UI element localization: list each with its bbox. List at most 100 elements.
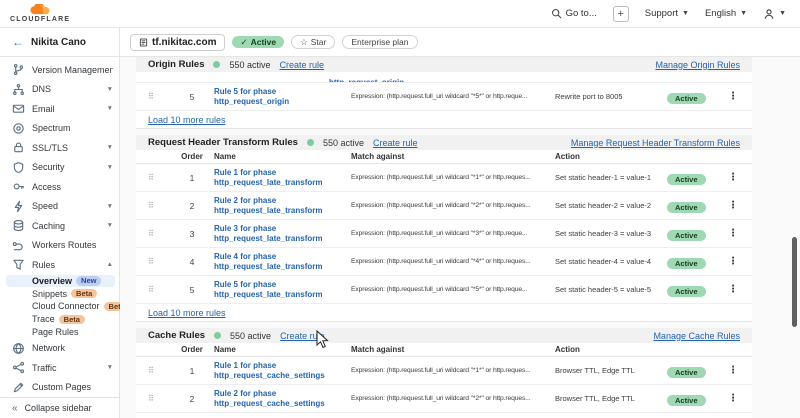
- manage-rules-link[interactable]: Manage Cache Rules: [653, 331, 740, 341]
- sidebar-item-rules[interactable]: Rules ▲: [0, 255, 119, 275]
- sidebar-item-snippets[interactable]: Snippets Beta: [0, 287, 119, 300]
- kebab-menu-icon[interactable]: ⋮: [724, 228, 742, 239]
- rule-name-link[interactable]: Rule 1 for phase: [214, 361, 351, 371]
- create-rule-link[interactable]: Create rule: [373, 138, 418, 148]
- table-header-row: Order Name Match against Action: [136, 343, 752, 357]
- column-header-action: Action: [555, 152, 667, 161]
- support-menu[interactable]: Support ▼: [645, 8, 689, 19]
- rules-table: http_request_origin ⠿ 5 Rule 5 for phase…: [136, 72, 752, 129]
- sidebar-item-overview[interactable]: Overview New: [6, 275, 115, 288]
- collapse-label: Collapse sidebar: [25, 403, 92, 413]
- sidebar-item-email[interactable]: Email ▼: [0, 99, 119, 119]
- vertical-scrollbar[interactable]: [792, 237, 797, 327]
- support-label: Support: [645, 8, 678, 19]
- rule-order: 5: [170, 285, 214, 295]
- drag-handle-icon[interactable]: ⠿: [148, 201, 170, 210]
- sidebar-subitem-label: Trace: [32, 314, 55, 324]
- sidebar-item-speed[interactable]: Speed ▼: [0, 197, 119, 217]
- account-name[interactable]: Nikita Cano: [31, 37, 86, 48]
- rule-name: Rule 1 for phase http_request_cache_sett…: [214, 361, 351, 381]
- kebab-menu-icon[interactable]: ⋮: [724, 256, 742, 267]
- rule-name-link[interactable]: http_request_cache_settings: [214, 399, 351, 409]
- rules-section: Request Header Transform Rules 550 activ…: [136, 135, 752, 322]
- create-rule-link[interactable]: Create rule: [280, 60, 325, 70]
- status-cell: Active: [667, 197, 724, 215]
- logo-wordmark: CLOUDFLARE: [10, 16, 70, 23]
- sidebar-item-label: Spectrum: [32, 123, 113, 133]
- star-button[interactable]: ☆ Star: [291, 35, 335, 50]
- zone-selector[interactable]: tf.nikitac.com: [130, 34, 225, 51]
- drag-handle-icon[interactable]: ⠿: [148, 229, 170, 238]
- sidebar-item-traffic[interactable]: Traffic ▼: [0, 358, 119, 378]
- rule-name-link[interactable]: http_request_cache_settings: [214, 371, 351, 381]
- main-shell: Version Management DNS ▼ Email ▼ Spectru…: [0, 57, 800, 418]
- sidebar-item-dns[interactable]: DNS ▼: [0, 80, 119, 100]
- collapse-sidebar-button[interactable]: « Collapse sidebar: [0, 397, 119, 418]
- rule-name-link[interactable]: Rule 5 for phase: [214, 87, 351, 97]
- sidebar-item-workers-routes[interactable]: Workers Routes: [0, 236, 119, 256]
- cloudflare-logo[interactable]: CLOUDFLARE: [10, 4, 70, 23]
- table-row-partial: http_request_origin: [136, 72, 752, 83]
- sidebar-item-security[interactable]: Security ▼: [0, 158, 119, 178]
- kebab-menu-icon[interactable]: ⋮: [724, 365, 742, 376]
- kebab-menu-icon[interactable]: ⋮: [724, 393, 742, 404]
- rule-name-link[interactable]: Rule 2 for phase: [214, 196, 351, 206]
- rules-section: Origin Rules 550 active Create rule Mana…: [136, 57, 752, 129]
- kebab-menu-icon[interactable]: ⋮: [724, 91, 742, 102]
- add-site-button[interactable]: +: [613, 6, 629, 22]
- kebab-menu-icon[interactable]: ⋮: [724, 284, 742, 295]
- sidebar-subitem-badge: New: [76, 276, 101, 286]
- rule-name-link[interactable]: http_request_late_transform: [214, 290, 351, 300]
- rule-match-expression: Expression: (http.request.full_uri wildc…: [351, 395, 555, 402]
- chevron-down-icon: ▼: [740, 10, 747, 17]
- create-rule-link[interactable]: Create rule: [280, 331, 325, 341]
- sidebar-item-caching[interactable]: Caching ▼: [0, 216, 119, 236]
- load-more-link[interactable]: Load 10 more rules: [148, 115, 226, 125]
- drag-handle-icon[interactable]: ⠿: [148, 92, 170, 101]
- sidebar-item-custom-pages[interactable]: Custom Pages: [0, 377, 119, 397]
- rule-name-link[interactable]: http_request_late_transform: [214, 178, 351, 188]
- rule-name-link[interactable]: http_request_origin: [214, 97, 351, 107]
- chevron-icon: ▼: [107, 364, 113, 371]
- sidebar-item-spectrum[interactable]: Spectrum: [0, 119, 119, 139]
- kebab-menu-icon[interactable]: ⋮: [724, 200, 742, 211]
- rule-name-link[interactable]: Rule 4 for phase: [214, 252, 351, 262]
- sidebar-item-access[interactable]: Access: [0, 177, 119, 197]
- sidebar-subitem-badge: Beta: [71, 289, 97, 299]
- status-badge: Active: [667, 395, 706, 407]
- status-cell: Active: [667, 88, 724, 106]
- drag-handle-icon[interactable]: ⠿: [148, 366, 170, 375]
- sidebar-item-page-rules[interactable]: Page Rules: [0, 326, 119, 339]
- sidebar-item-cloud-connector[interactable]: Cloud Connector Beta: [0, 300, 119, 313]
- section-header: Origin Rules 550 active Create rule Mana…: [136, 57, 752, 72]
- drag-handle-icon[interactable]: ⠿: [148, 285, 170, 294]
- goto-search[interactable]: Go to...: [551, 8, 597, 19]
- table-row: ⠿ 2 Rule 2 for phase http_request_cache_…: [136, 385, 752, 413]
- account-menu[interactable]: ▼: [763, 8, 786, 20]
- back-arrow-icon[interactable]: ←: [12, 35, 24, 49]
- table-row: ⠿ 2 Rule 2 for phase http_request_late_t…: [136, 192, 752, 220]
- sidebar-item-network[interactable]: Network: [0, 338, 119, 358]
- drag-handle-icon[interactable]: ⠿: [148, 394, 170, 403]
- rule-name-link[interactable]: Rule 2 for phase: [214, 389, 351, 399]
- sidebar-item-trace[interactable]: Trace Beta: [0, 313, 119, 326]
- search-icon: [551, 8, 562, 19]
- rule-name-link[interactable]: Rule 3 for phase: [214, 224, 351, 234]
- rule-name-link[interactable]: http_request_late_transform: [214, 262, 351, 272]
- sidebar: Version Management DNS ▼ Email ▼ Spectru…: [0, 57, 120, 418]
- rule-name-link[interactable]: http_request_late_transform: [214, 206, 351, 216]
- rule-name-link[interactable]: Rule 1 for phase: [214, 168, 351, 178]
- cloudflare-cloud-icon: [29, 4, 51, 15]
- traffic-icon: [12, 361, 25, 374]
- load-more-link[interactable]: Load 10 more rules: [148, 308, 226, 318]
- manage-rules-link[interactable]: Manage Origin Rules: [655, 60, 740, 70]
- manage-rules-link[interactable]: Manage Request Header Transform Rules: [571, 138, 740, 148]
- rule-name-link[interactable]: http_request_late_transform: [214, 234, 351, 244]
- sidebar-item-version-management[interactable]: Version Management: [0, 60, 119, 80]
- rule-name-link[interactable]: Rule 5 for phase: [214, 280, 351, 290]
- drag-handle-icon[interactable]: ⠿: [148, 257, 170, 266]
- drag-handle-icon[interactable]: ⠿: [148, 173, 170, 182]
- language-menu[interactable]: English ▼: [705, 8, 747, 19]
- kebab-menu-icon[interactable]: ⋮: [724, 172, 742, 183]
- sidebar-item-ssl-tls[interactable]: SSL/TLS ▼: [0, 138, 119, 158]
